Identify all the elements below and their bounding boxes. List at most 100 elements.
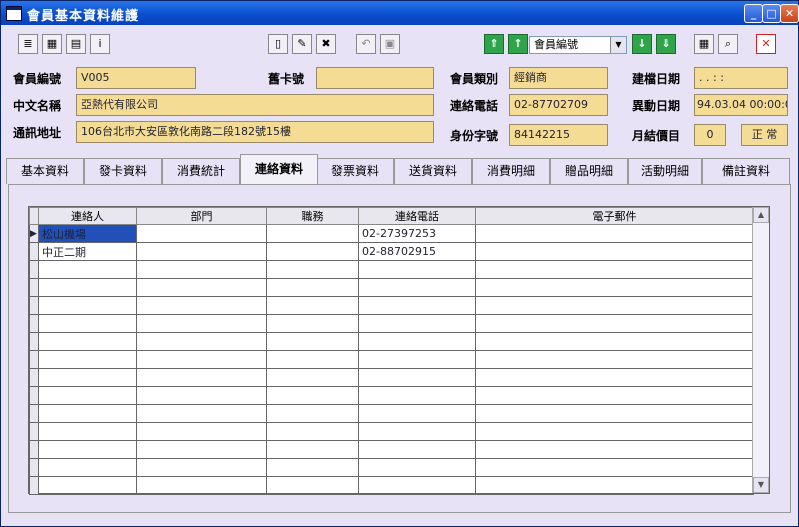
table-icon[interactable]: ▦: [42, 34, 62, 54]
empty-cell[interactable]: [358, 386, 476, 405]
books-icon[interactable]: ▤: [66, 34, 86, 54]
cell-dept[interactable]: [136, 224, 267, 243]
empty-cell[interactable]: [358, 476, 476, 495]
list-icon[interactable]: ≣: [18, 34, 38, 54]
empty-cell[interactable]: [266, 350, 359, 369]
member-type-field[interactable]: 經銷商: [509, 67, 608, 89]
delete-record-icon[interactable]: ✖: [316, 34, 336, 54]
empty-table-row[interactable]: [29, 260, 754, 279]
empty-cell[interactable]: [136, 368, 267, 387]
new-record-icon[interactable]: ▯: [268, 34, 288, 54]
empty-cell[interactable]: [475, 440, 754, 459]
cell-phone[interactable]: 02-27397253: [358, 224, 476, 243]
empty-cell[interactable]: [475, 350, 754, 369]
empty-cell[interactable]: [136, 386, 267, 405]
empty-cell[interactable]: [266, 314, 359, 333]
empty-table-row[interactable]: [29, 296, 754, 315]
minimize-button[interactable]: _: [744, 4, 763, 23]
empty-cell[interactable]: [38, 314, 137, 333]
cell-title[interactable]: [266, 242, 359, 261]
status-field[interactable]: 正 常: [741, 124, 788, 146]
member-no-field[interactable]: V005: [76, 67, 196, 89]
empty-cell[interactable]: [136, 458, 267, 477]
empty-cell[interactable]: [475, 476, 754, 495]
cell-phone[interactable]: 02-88702915: [358, 242, 476, 261]
empty-cell[interactable]: [136, 260, 267, 279]
tab-activity-detail[interactable]: 活動明細: [628, 158, 702, 184]
empty-cell[interactable]: [136, 332, 267, 351]
empty-cell[interactable]: [38, 350, 137, 369]
empty-cell[interactable]: [358, 296, 476, 315]
empty-cell[interactable]: [475, 332, 754, 351]
exit-icon[interactable]: ✕: [756, 34, 776, 54]
empty-cell[interactable]: [475, 386, 754, 405]
empty-cell[interactable]: [358, 278, 476, 297]
next-record-icon[interactable]: ↓: [632, 34, 652, 54]
vertical-scrollbar[interactable]: ▲ ▼: [752, 207, 769, 493]
search-icon[interactable]: ⌕: [718, 34, 738, 54]
empty-cell[interactable]: [475, 296, 754, 315]
empty-cell[interactable]: [266, 368, 359, 387]
empty-cell[interactable]: [266, 332, 359, 351]
changed-field[interactable]: 94.03.04 00:00:00: [694, 94, 788, 116]
first-record-icon[interactable]: ⇑: [484, 34, 504, 54]
col-header-phone[interactable]: 連絡電話: [358, 207, 476, 225]
empty-cell[interactable]: [475, 260, 754, 279]
empty-cell[interactable]: [475, 422, 754, 441]
empty-cell[interactable]: [136, 440, 267, 459]
empty-cell[interactable]: [38, 458, 137, 477]
empty-cell[interactable]: [266, 476, 359, 495]
last-record-icon[interactable]: ⇓: [656, 34, 676, 54]
tab-gift-detail[interactable]: 贈品明細: [550, 158, 628, 184]
grid-view-icon[interactable]: ▦: [694, 34, 714, 54]
tab-delivery[interactable]: 送貨資料: [394, 158, 472, 184]
tab-basic[interactable]: 基本資料: [6, 158, 84, 184]
cell-contact[interactable]: 松山機場: [38, 224, 137, 243]
cell-email[interactable]: [475, 224, 754, 243]
empty-table-row[interactable]: [29, 386, 754, 405]
empty-cell[interactable]: [38, 440, 137, 459]
empty-cell[interactable]: [475, 368, 754, 387]
empty-cell[interactable]: [358, 368, 476, 387]
id-field[interactable]: 84142215: [509, 124, 608, 146]
empty-cell[interactable]: [358, 260, 476, 279]
empty-cell[interactable]: [266, 296, 359, 315]
empty-cell[interactable]: [358, 422, 476, 441]
empty-cell[interactable]: [475, 458, 754, 477]
empty-cell[interactable]: [266, 278, 359, 297]
empty-cell[interactable]: [136, 296, 267, 315]
empty-cell[interactable]: [38, 476, 137, 495]
empty-table-row[interactable]: [29, 458, 754, 477]
cell-dept[interactable]: [136, 242, 267, 261]
empty-cell[interactable]: [475, 314, 754, 333]
empty-cell[interactable]: [358, 404, 476, 423]
empty-cell[interactable]: [266, 404, 359, 423]
cname-field[interactable]: 亞熱代有限公司: [76, 94, 434, 116]
tab-card[interactable]: 發卡資料: [84, 158, 162, 184]
empty-cell[interactable]: [136, 278, 267, 297]
tab-invoice[interactable]: 發票資料: [316, 158, 394, 184]
prev-record-icon[interactable]: ↑: [508, 34, 528, 54]
empty-cell[interactable]: [136, 314, 267, 333]
empty-cell[interactable]: [38, 368, 137, 387]
empty-cell[interactable]: [38, 422, 137, 441]
col-header-email[interactable]: 電子郵件: [475, 207, 754, 225]
title-bar[interactable]: 會員基本資料維護 _ □ ✕: [1, 1, 799, 25]
tab-consumption-detail[interactable]: 消費明細: [472, 158, 550, 184]
empty-cell[interactable]: [38, 296, 137, 315]
empty-table-row[interactable]: [29, 278, 754, 297]
scroll-down-icon[interactable]: ▼: [753, 477, 769, 493]
tab-notes[interactable]: 備註資料: [702, 158, 790, 184]
chevron-down-icon[interactable]: ▼: [610, 37, 626, 53]
empty-cell[interactable]: [266, 458, 359, 477]
empty-cell[interactable]: [358, 350, 476, 369]
maximize-button[interactable]: □: [762, 4, 781, 23]
cell-email[interactable]: [475, 242, 754, 261]
tab-consumption-stats[interactable]: 消費統計: [162, 158, 240, 184]
undo-icon[interactable]: ↶: [356, 34, 376, 54]
table-row[interactable]: 中正二期 02-88702915: [29, 242, 754, 261]
empty-table-row[interactable]: [29, 332, 754, 351]
empty-cell[interactable]: [358, 440, 476, 459]
phone-field[interactable]: 02-87702709: [509, 94, 608, 116]
empty-table-row[interactable]: [29, 440, 754, 459]
